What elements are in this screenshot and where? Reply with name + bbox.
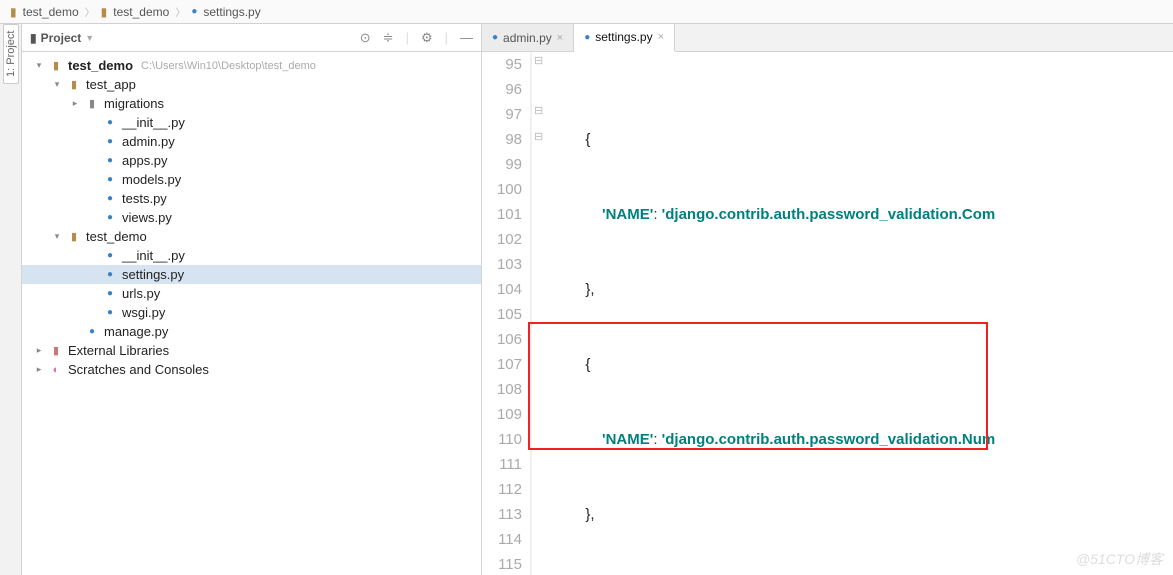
folder-open-icon: ▮ [48,58,64,74]
tree-folder-demo[interactable]: ▾▮test_demo [22,227,481,246]
fold-icon[interactable]: ⊟ [534,104,543,117]
divider-icon: | [406,30,409,46]
folder-icon: ▮ [30,31,37,45]
python-file-icon: ● [191,6,197,17]
tree-file[interactable]: ●admin.py [22,132,481,151]
package-icon: ▮ [84,96,100,112]
tree-file[interactable]: ●wsgi.py [22,303,481,322]
tree-file[interactable]: ●urls.py [22,284,481,303]
crumb-2[interactable]: settings.py [203,5,260,19]
line-gutter[interactable]: 9596979899100101102103104105106107108109… [482,52,532,575]
python-file-icon: ● [102,134,118,150]
close-icon[interactable]: × [658,31,664,43]
tree-folder-migrations[interactable]: ▸▮migrations [22,94,481,113]
crumb-1[interactable]: test_demo [113,5,169,19]
sidebar-header: ▮ Project ▼ ⊙ ≑ | ⚙ | — [22,24,481,52]
chevron-icon: 〉 [85,4,95,19]
crumb-0[interactable]: test_demo [23,5,79,19]
fold-column[interactable]: ⊟ ⊟ ⊟ [532,52,544,575]
fold-icon[interactable]: ⊟ [534,130,543,143]
python-file-icon: ● [102,115,118,131]
sidebar-title[interactable]: ▮ Project ▼ [30,31,94,45]
collapse-target-icon[interactable]: ⊙ [360,30,371,46]
tree-file[interactable]: ●apps.py [22,151,481,170]
library-icon: ▮ [48,343,64,359]
editor-panel: ●admin.py× ●settings.py× 959697989910010… [482,24,1173,575]
tree-folder-app[interactable]: ▾▮test_app [22,75,481,94]
tool-window-stripe[interactable]: 1: Project [0,24,22,575]
python-file-icon: ● [102,305,118,321]
code-editor[interactable]: 9596979899100101102103104105106107108109… [482,52,1173,575]
fold-icon[interactable]: ⊟ [534,54,543,67]
tree-file[interactable]: ●__init__.py [22,113,481,132]
tree-file[interactable]: ●tests.py [22,189,481,208]
project-tool-tab[interactable]: 1: Project [3,24,19,84]
folder-icon: ▮ [10,5,17,19]
python-file-icon: ● [102,267,118,283]
tree-file[interactable]: ●__init__.py [22,246,481,265]
tree-file[interactable]: ●models.py [22,170,481,189]
tree-file[interactable]: ●manage.py [22,322,481,341]
chevron-down-icon: ▼ [85,33,94,43]
tab-admin[interactable]: ●admin.py× [482,24,574,51]
chevron-icon: 〉 [175,4,185,19]
tree-file-settings[interactable]: ●settings.py [22,265,481,284]
gear-icon[interactable]: ⚙ [421,30,433,46]
code-content[interactable]: { 'NAME': 'django.contrib.auth.password_… [544,52,1173,575]
python-file-icon: ● [102,153,118,169]
python-file-icon: ● [492,32,498,43]
tree-root[interactable]: ▾▮test_demoC:\Users\Win10\Desktop\test_d… [22,56,481,75]
breadcrumb: ▮ test_demo 〉 ▮ test_demo 〉 ● settings.p… [0,0,1173,24]
python-file-icon: ● [102,210,118,226]
tree-file[interactable]: ●views.py [22,208,481,227]
python-file-icon: ● [102,172,118,188]
python-file-icon: ● [84,324,100,340]
scratch-icon: ◐ [48,362,64,378]
tab-settings[interactable]: ●settings.py× [574,24,675,52]
project-tree[interactable]: ▾▮test_demoC:\Users\Win10\Desktop\test_d… [22,52,481,575]
tree-external-libs[interactable]: ▸▮External Libraries [22,341,481,360]
divider-icon: | [445,30,448,46]
project-sidebar: ▮ Project ▼ ⊙ ≑ | ⚙ | — ▾▮test_demoC:\Us… [22,24,482,575]
minimize-icon[interactable]: — [460,30,473,46]
python-file-icon: ● [102,286,118,302]
tree-scratches[interactable]: ▸◐Scratches and Consoles [22,360,481,379]
python-file-icon: ● [584,32,590,43]
close-icon[interactable]: × [557,32,563,44]
folder-icon: ▮ [101,5,108,19]
editor-tabs: ●admin.py× ●settings.py× [482,24,1173,52]
python-file-icon: ● [102,191,118,207]
expand-icon[interactable]: ≑ [383,30,394,46]
python-file-icon: ● [102,248,118,264]
package-icon: ▮ [66,77,82,93]
package-icon: ▮ [66,229,82,245]
